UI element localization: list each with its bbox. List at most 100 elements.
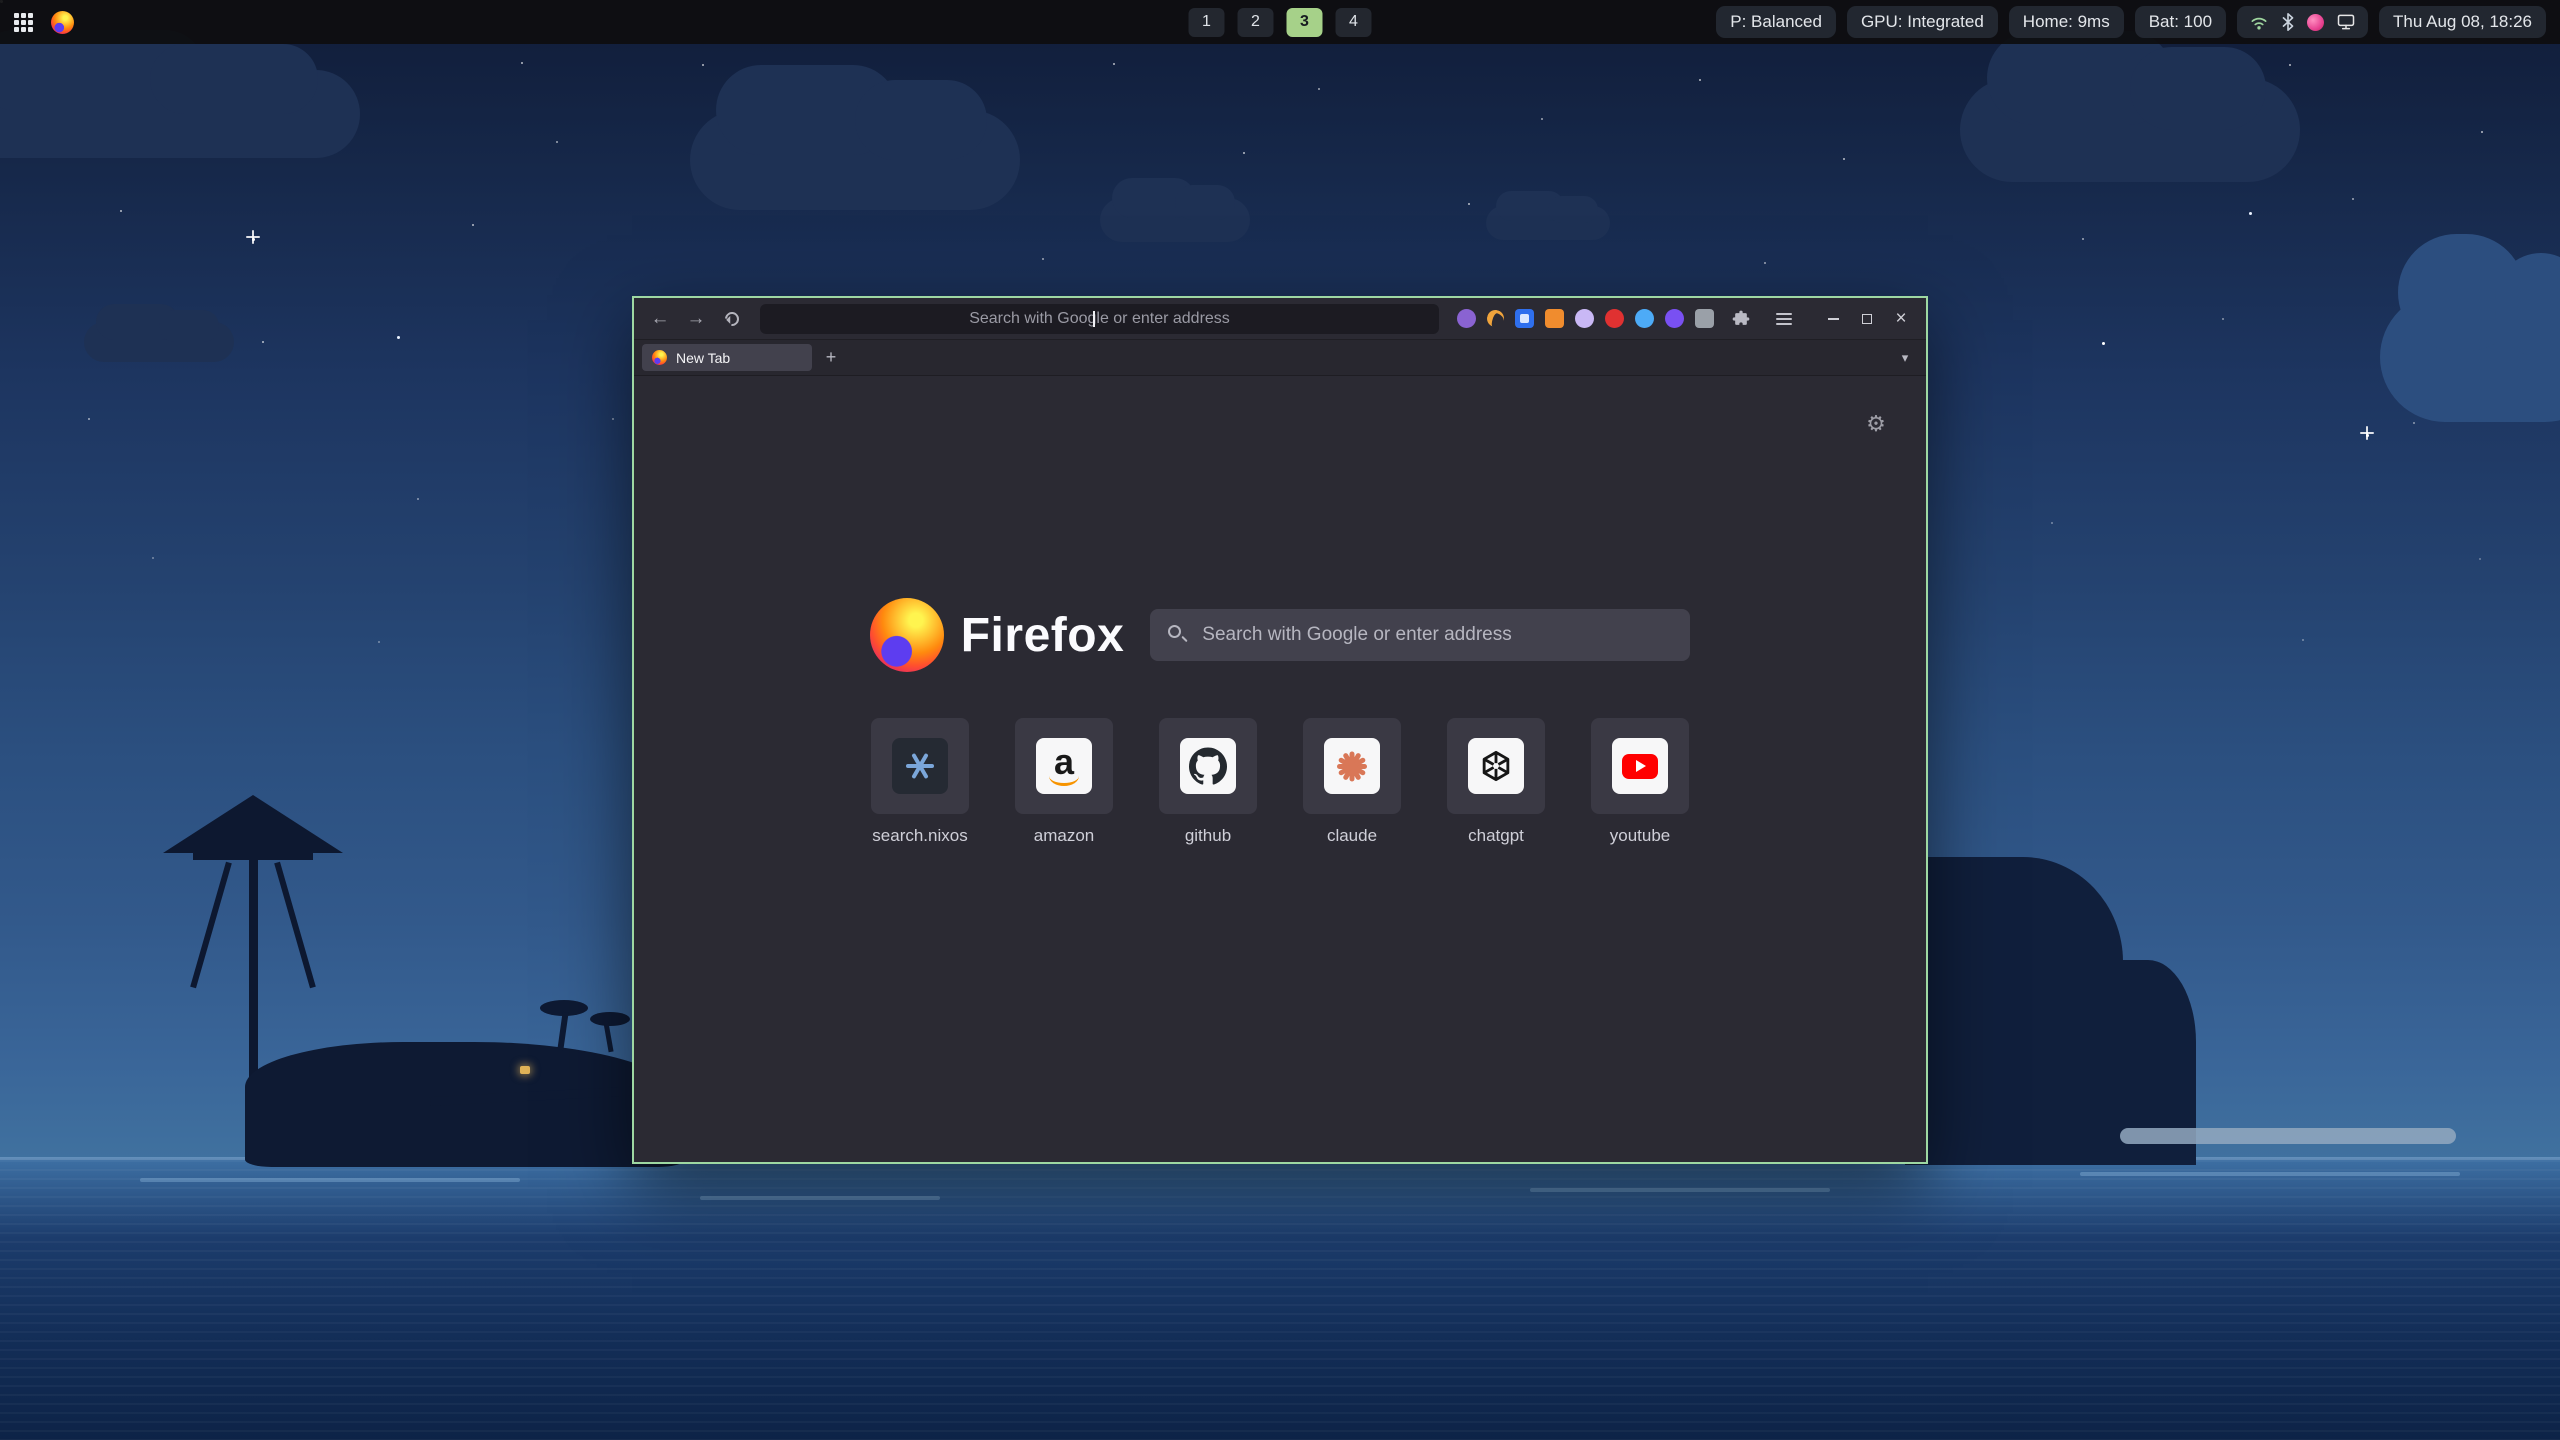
chatgpt-icon [1468, 738, 1524, 794]
gear-icon: ⚙ [1866, 411, 1886, 437]
minimize-button[interactable] [1818, 305, 1848, 333]
shortcut-card [1159, 718, 1257, 814]
bluetooth-icon[interactable] [2281, 12, 2295, 32]
nixos-icon [892, 738, 948, 794]
refresh-icon [722, 309, 742, 329]
extension-icon-4[interactable] [1545, 309, 1564, 328]
shortcut-github[interactable]: github [1159, 718, 1257, 846]
shortcut-card [1591, 718, 1689, 814]
star-sparkle [246, 236, 260, 238]
wave-streak [2080, 1172, 2460, 1176]
clock-module[interactable]: Thu Aug 08, 18:26 [2379, 6, 2546, 38]
extension-icon-8[interactable] [1665, 309, 1684, 328]
color-indicator-icon[interactable] [2307, 14, 2324, 31]
search-input[interactable] [1150, 609, 1690, 661]
shortcut-label: amazon [1015, 826, 1113, 846]
shortcut-card [871, 718, 969, 814]
extensions-button[interactable] [1725, 304, 1757, 334]
url-bar[interactable] [760, 304, 1439, 334]
cloud [1486, 206, 1610, 240]
newtab-hero: Firefox [634, 598, 1926, 672]
shortcut-chatgpt[interactable]: chatgpt [1447, 718, 1545, 846]
shortcut-label: search.nixos [871, 826, 969, 846]
shortcut-grid: search.nixos a amazon [634, 718, 1926, 846]
forward-button[interactable]: → [680, 304, 712, 334]
new-tab-page: ⚙ Firefox search.nixos [634, 376, 1926, 1162]
wifi-icon[interactable] [2249, 13, 2269, 31]
firefox-window: ← → × [632, 296, 1928, 1164]
hamburger-icon [1776, 313, 1792, 325]
beach-strip [2120, 1128, 2456, 1144]
shortcut-amazon[interactable]: a amazon [1015, 718, 1113, 846]
claude-icon [1324, 738, 1380, 794]
firefox-launcher-icon[interactable] [51, 11, 74, 34]
search-bar[interactable] [1150, 609, 1690, 661]
url-input[interactable] [760, 304, 1439, 334]
shortcut-label: github [1159, 826, 1257, 846]
workspace-button-3[interactable]: 3 [1287, 8, 1323, 37]
display-icon[interactable] [2336, 12, 2356, 32]
personalize-button[interactable]: ⚙ [1860, 408, 1892, 440]
cloud [0, 70, 360, 158]
firefox-logo [870, 598, 944, 672]
shortcut-label: chatgpt [1447, 826, 1545, 846]
tab-bar: New Tab + ▾ [634, 340, 1926, 376]
maximize-button[interactable] [1852, 305, 1882, 333]
shortcut-search-nixos[interactable]: search.nixos [871, 718, 969, 846]
extension-icon-6[interactable] [1605, 309, 1624, 328]
menu-button[interactable] [1768, 304, 1800, 334]
cloud [84, 322, 234, 362]
window-controls: × [1818, 305, 1916, 333]
extension-icon-2[interactable] [1485, 308, 1507, 330]
back-button[interactable]: ← [644, 304, 676, 334]
status-bar-left [14, 11, 74, 34]
close-icon: × [1895, 309, 1906, 328]
system-tray [2237, 6, 2368, 38]
tab-title: New Tab [676, 350, 730, 366]
cloud [1960, 78, 2300, 182]
island-silhouette-left [245, 1042, 685, 1167]
workspace-switcher: 1 2 3 4 [1189, 8, 1372, 37]
extension-icon-3[interactable] [1515, 309, 1534, 328]
star-sparkle [2360, 432, 2374, 434]
navigation-toolbar: ← → × [634, 298, 1926, 340]
play-icon [1636, 760, 1646, 772]
power-profile-module[interactable]: P: Balanced [1716, 6, 1836, 38]
youtube-icon [1612, 738, 1668, 794]
text-caret [1093, 311, 1095, 327]
refresh-button[interactable] [716, 304, 748, 334]
shortcut-label: youtube [1591, 826, 1689, 846]
minimize-icon [1828, 318, 1839, 320]
firefox-wordmark: Firefox [961, 608, 1125, 663]
shortcut-card: a [1015, 718, 1113, 814]
amazon-icon: a [1036, 738, 1092, 794]
workspace-button-1[interactable]: 1 [1189, 8, 1225, 37]
apps-grid-icon[interactable] [14, 13, 33, 32]
tab-new-tab[interactable]: New Tab [642, 344, 812, 371]
extensions-row [1451, 304, 1806, 334]
firefox-favicon [652, 350, 667, 365]
watchtower-silhouette [163, 795, 343, 853]
shortcut-youtube[interactable]: youtube [1591, 718, 1689, 846]
cloud [690, 110, 1020, 210]
battery-module: Bat: 100 [2135, 6, 2226, 38]
cloud [2380, 292, 2560, 422]
firefox-logo-lockup: Firefox [870, 598, 1125, 672]
wave-streak [140, 1178, 520, 1182]
close-button[interactable]: × [1886, 305, 1916, 333]
puzzle-icon [1731, 309, 1751, 329]
tab-list-button[interactable]: ▾ [1892, 345, 1918, 371]
github-icon [1180, 738, 1236, 794]
shortcut-card [1447, 718, 1545, 814]
workspace-button-2[interactable]: 2 [1238, 8, 1274, 37]
new-tab-button[interactable]: + [818, 345, 844, 371]
extension-icon-7[interactable] [1635, 309, 1654, 328]
extension-icon-9[interactable] [1695, 309, 1714, 328]
extension-icon-1[interactable] [1457, 309, 1476, 328]
shortcut-claude[interactable]: claude [1303, 718, 1401, 846]
workspace-button-4[interactable]: 4 [1336, 8, 1372, 37]
maximize-icon [1862, 314, 1872, 324]
extension-icon-5[interactable] [1575, 309, 1594, 328]
shortcut-label: claude [1303, 826, 1401, 846]
latency-module: Home: 9ms [2009, 6, 2124, 38]
